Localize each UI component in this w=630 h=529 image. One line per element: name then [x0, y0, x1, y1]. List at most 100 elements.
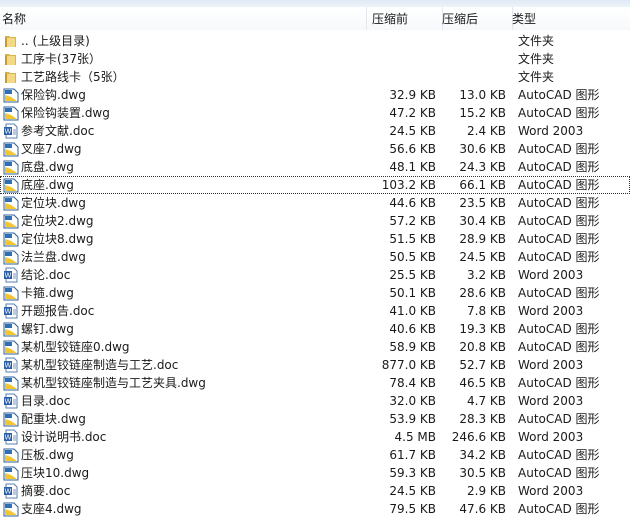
file-name: 卡箍.dwg — [21, 286, 74, 300]
size-before: 58.9 KB — [389, 340, 436, 354]
file-row[interactable]: W 摘要.doc 24.5 KB 2.9 KB Word 2003 — [0, 482, 630, 500]
file-name: 定位块2.dwg — [21, 214, 94, 228]
file-type: AutoCAD 图形 — [518, 448, 600, 462]
file-row[interactable]: 压块10.dwg 59.3 KB 30.5 KB AutoCAD 图形 — [0, 464, 630, 482]
autocad-file-icon — [3, 447, 19, 463]
file-type: Word 2003 — [518, 484, 584, 498]
file-row[interactable]: 叉座7.dwg 56.6 KB 30.6 KB AutoCAD 图形 — [0, 140, 630, 158]
file-type: AutoCAD 图形 — [518, 142, 600, 156]
size-before: 57.2 KB — [389, 214, 436, 228]
size-after: 19.3 KB — [459, 322, 506, 336]
file-name: 叉座7.dwg — [21, 142, 82, 156]
file-row[interactable]: 某机型铰链座制造与工艺夹具.dwg 78.4 KB 46.5 KB AutoCA… — [0, 374, 630, 392]
size-after: 34.2 KB — [459, 448, 506, 462]
folder-icon — [3, 33, 19, 49]
word-file-icon: W — [3, 429, 19, 445]
file-row[interactable]: 配重块.dwg 53.9 KB 28.3 KB AutoCAD 图形 — [0, 410, 630, 428]
size-before: 50.5 KB — [389, 250, 436, 264]
file-row[interactable]: 法兰盘.dwg 50.5 KB 24.5 KB AutoCAD 图形 — [0, 248, 630, 266]
autocad-file-icon — [3, 141, 19, 157]
file-type: AutoCAD 图形 — [518, 412, 600, 426]
file-type: 文件夹 — [518, 70, 555, 84]
size-after: 7.8 KB — [467, 304, 506, 318]
file-name: 设计说明书.doc — [21, 430, 107, 444]
file-name: 某机型铰链座制造与工艺.doc — [21, 358, 179, 372]
file-row[interactable]: 支座4.dwg 79.5 KB 47.6 KB AutoCAD 图形 — [0, 500, 630, 518]
file-row[interactable]: 底座.dwg 103.2 KB 66.1 KB AutoCAD 图形 — [0, 176, 630, 194]
size-before: 32.0 KB — [389, 394, 436, 408]
column-before[interactable]: 压缩前 — [372, 10, 408, 27]
file-row[interactable]: W 设计说明书.doc 4.5 MB 246.6 KB Word 2003 — [0, 428, 630, 446]
file-row[interactable]: 压板.dwg 61.7 KB 34.2 KB AutoCAD 图形 — [0, 446, 630, 464]
file-name: 保险钩装置.dwg — [21, 106, 110, 120]
file-type: AutoCAD 图形 — [518, 178, 600, 192]
column-after[interactable]: 压缩后 — [442, 10, 478, 27]
size-after: 30.6 KB — [459, 142, 506, 156]
file-row[interactable]: 保险钩装置.dwg 47.2 KB 15.2 KB AutoCAD 图形 — [0, 104, 630, 122]
file-name: 某机型铰链座制造与工艺夹具.dwg — [21, 376, 206, 390]
file-type: Word 2003 — [518, 358, 584, 372]
file-row[interactable]: W 开题报告.doc 41.0 KB 7.8 KB Word 2003 — [0, 302, 630, 320]
column-divider[interactable] — [366, 7, 367, 30]
file-name: 结论.doc — [21, 268, 71, 282]
file-name: 定位块.dwg — [21, 196, 86, 210]
size-before: 40.6 KB — [389, 322, 436, 336]
file-type: AutoCAD 图形 — [518, 160, 600, 174]
file-row[interactable]: 保险钩.dwg 32.9 KB 13.0 KB AutoCAD 图形 — [0, 86, 630, 104]
size-before: 78.4 KB — [389, 376, 436, 390]
word-file-icon: W — [3, 393, 19, 409]
file-row[interactable]: W 结论.doc 25.5 KB 3.2 KB Word 2003 — [0, 266, 630, 284]
file-row[interactable]: .. (上级目录) 文件夹 — [0, 32, 630, 50]
file-row[interactable]: W 参考文献.doc 24.5 KB 2.4 KB Word 2003 — [0, 122, 630, 140]
file-name: 底盘.dwg — [21, 160, 74, 174]
file-row[interactable]: 工序卡(37张） 文件夹 — [0, 50, 630, 68]
file-row[interactable]: 工艺路线卡（5张） 文件夹 — [0, 68, 630, 86]
size-before: 50.1 KB — [389, 286, 436, 300]
file-type: 文件夹 — [518, 52, 555, 66]
size-after: 24.5 KB — [459, 250, 506, 264]
file-row[interactable]: 底盘.dwg 48.1 KB 24.3 KB AutoCAD 图形 — [0, 158, 630, 176]
column-name[interactable]: 名称 — [2, 10, 26, 27]
file-name: .. (上级目录) — [21, 34, 90, 48]
file-type: AutoCAD 图形 — [518, 250, 600, 264]
size-after: 30.4 KB — [459, 214, 506, 228]
size-before: 41.0 KB — [389, 304, 436, 318]
file-name: 底座.dwg — [21, 178, 74, 192]
autocad-file-icon — [3, 231, 19, 247]
size-before: 4.5 MB — [394, 430, 436, 444]
file-name: 保险钩.dwg — [21, 88, 86, 102]
file-type: AutoCAD 图形 — [518, 232, 600, 246]
size-after: 3.2 KB — [467, 268, 506, 282]
file-row[interactable]: 定位块2.dwg 57.2 KB 30.4 KB AutoCAD 图形 — [0, 212, 630, 230]
title-bar — [0, 0, 630, 7]
size-before: 59.3 KB — [389, 466, 436, 480]
autocad-file-icon — [3, 339, 19, 355]
autocad-file-icon — [3, 501, 19, 517]
svg-text:W: W — [5, 398, 12, 406]
file-name: 工艺路线卡（5张） — [21, 70, 125, 84]
svg-text:W: W — [5, 362, 12, 370]
autocad-file-icon — [3, 159, 19, 175]
file-row[interactable]: W 某机型铰链座制造与工艺.doc 877.0 KB 52.7 KB Word … — [0, 356, 630, 374]
autocad-file-icon — [3, 105, 19, 121]
svg-text:W: W — [5, 128, 12, 136]
word-file-icon: W — [3, 267, 19, 283]
file-type: AutoCAD 图形 — [518, 88, 600, 102]
size-after: 15.2 KB — [459, 106, 506, 120]
file-name: 某机型铰链座0.dwg — [21, 340, 130, 354]
autocad-file-icon — [3, 375, 19, 391]
file-row[interactable]: 定位块8.dwg 51.5 KB 28.9 KB AutoCAD 图形 — [0, 230, 630, 248]
file-row[interactable]: 定位块.dwg 44.6 KB 23.5 KB AutoCAD 图形 — [0, 194, 630, 212]
column-type[interactable]: 类型 — [512, 10, 536, 27]
file-row[interactable]: 某机型铰链座0.dwg 58.9 KB 20.8 KB AutoCAD 图形 — [0, 338, 630, 356]
file-row[interactable]: W 目录.doc 32.0 KB 4.7 KB Word 2003 — [0, 392, 630, 410]
file-name: 目录.doc — [21, 394, 71, 408]
file-type: Word 2003 — [518, 430, 584, 444]
file-row[interactable]: 螺钉.dwg 40.6 KB 19.3 KB AutoCAD 图形 — [0, 320, 630, 338]
word-file-icon: W — [3, 483, 19, 499]
size-before: 877.0 KB — [381, 358, 436, 372]
size-after: 30.5 KB — [459, 466, 506, 480]
file-type: AutoCAD 图形 — [518, 466, 600, 480]
size-before: 53.9 KB — [389, 412, 436, 426]
file-row[interactable]: 卡箍.dwg 50.1 KB 28.6 KB AutoCAD 图形 — [0, 284, 630, 302]
